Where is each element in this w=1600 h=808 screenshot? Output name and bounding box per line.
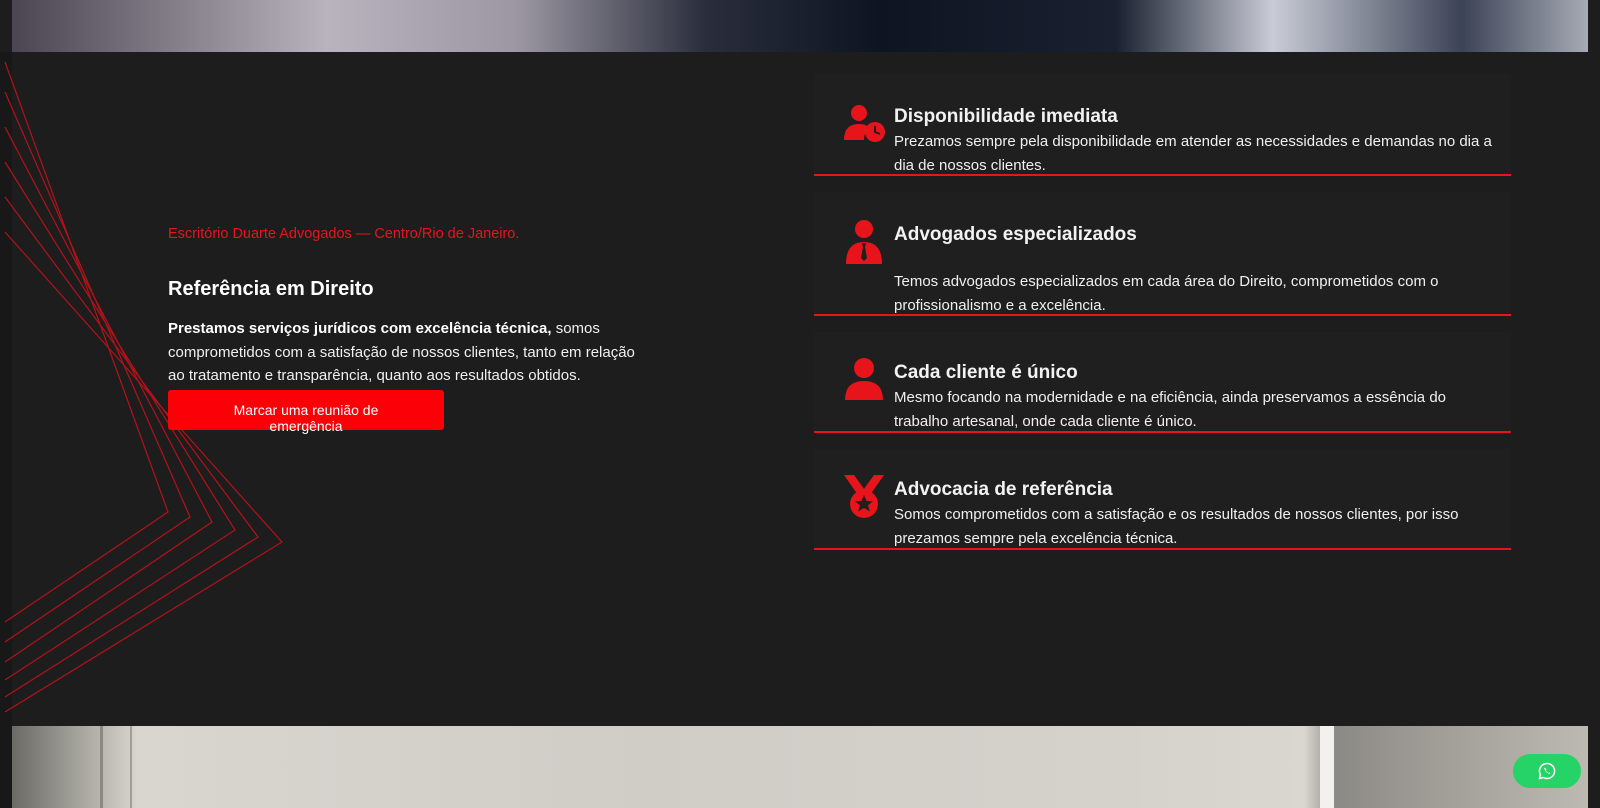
emergency-meeting-button[interactable]: Marcar uma reunião de emergência (168, 389, 444, 434)
feature-text: Temos advogados especializados em cada á… (894, 273, 1439, 314)
description-bold: Prestamos serviços jurídicos com excelên… (168, 320, 552, 337)
whatsapp-button[interactable] (1513, 754, 1581, 788)
photo-detail (1320, 726, 1334, 808)
feature-card: Advogados especializados Temos advogados… (814, 192, 1511, 316)
feature-title: Cada cliente é único (894, 362, 1078, 383)
feature-title: Advocacia de referência (894, 479, 1113, 500)
feature-card: Advocacia de referência Somos comprometi… (814, 449, 1511, 550)
feature-card: Disponibilidade imediata Prezamos sempre… (814, 74, 1511, 176)
medal-icon (844, 475, 884, 518)
feature-card: Cada cliente é único Mesmo focando na mo… (814, 332, 1511, 433)
whatsapp-icon (1538, 762, 1556, 780)
section-description: Prestamos serviços jurídicos com excelên… (168, 317, 638, 388)
user-clock-icon (844, 105, 885, 142)
intro-block: Escritório Duarte Advogados — Centro/Rio… (168, 226, 638, 436)
section-heading: Referência em Direito (168, 278, 374, 300)
user-tie-icon (846, 220, 882, 264)
feature-text: Prezamos sempre pela disponibilidade em … (894, 133, 1492, 174)
top-background-photo (12, 0, 1588, 52)
photo-detail (130, 726, 132, 808)
office-location: Escritório Duarte Advogados — Centro/Rio… (168, 226, 520, 242)
feature-text: Mesmo focando na modernidade e na eficiê… (894, 389, 1446, 430)
photo-detail (100, 726, 103, 808)
feature-text: Somos comprometidos com a satisfação e o… (894, 506, 1459, 547)
user-icon (845, 358, 883, 400)
feature-title: Disponibilidade imediata (894, 106, 1118, 127)
feature-title: Advogados especializados (894, 224, 1137, 245)
features-list: Disponibilidade imediata Prezamos sempre… (814, 74, 1511, 550)
bottom-background-photo (12, 726, 1588, 808)
